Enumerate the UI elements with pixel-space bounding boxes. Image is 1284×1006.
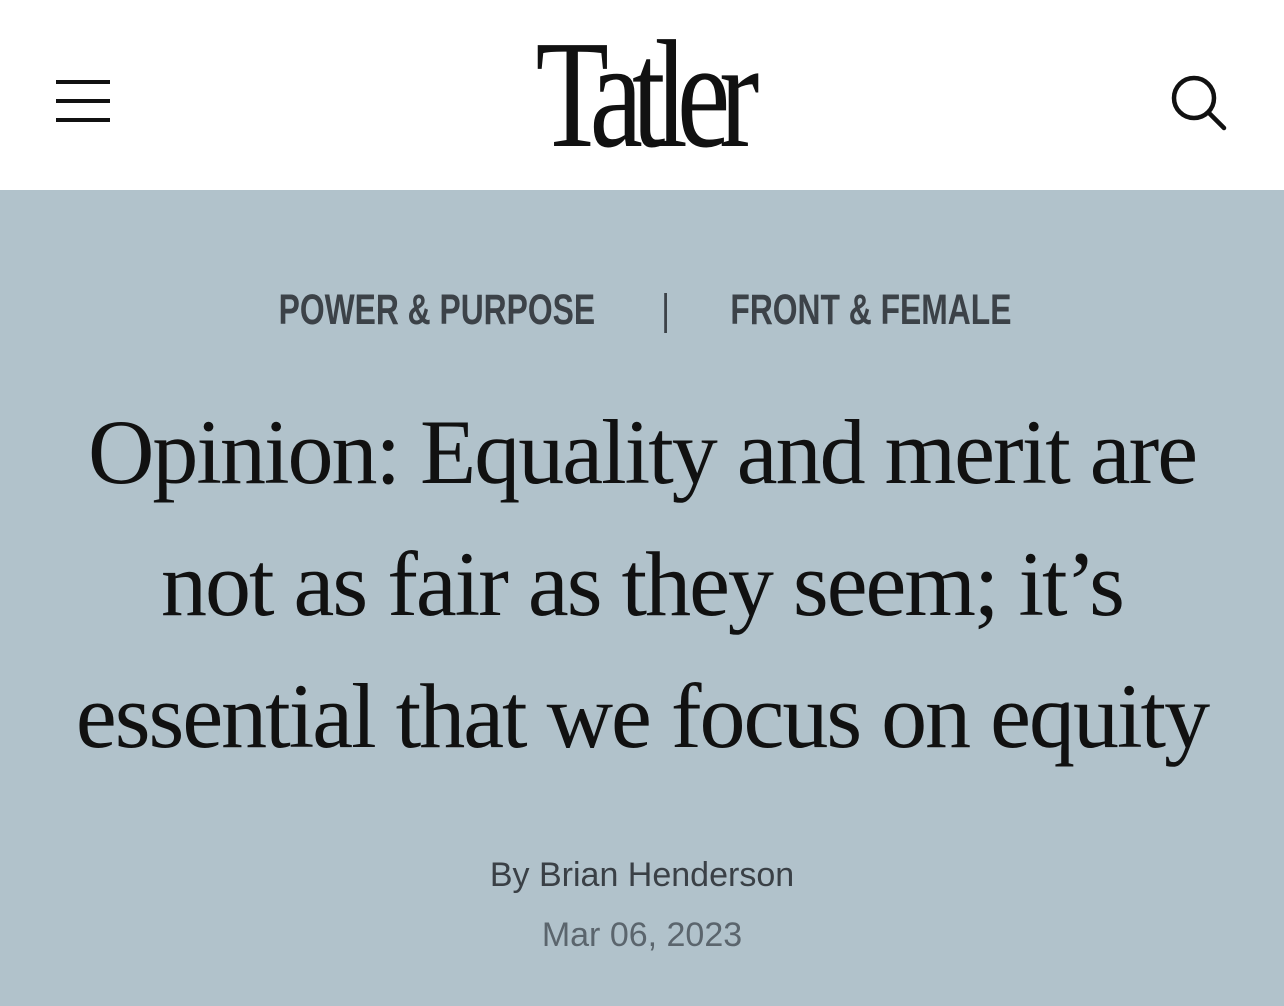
category-separator: | [661, 286, 671, 334]
byline-prefix: By [489, 856, 539, 894]
site-header: Tatler [0, 0, 1284, 190]
category-breadcrumb: POWER & PURPOSE | FRONT & FEMALE [0, 282, 1284, 338]
article-headline: Opinion: Equality and merit are not as f… [75, 401, 1210, 767]
byline: By Brian Henderson [0, 852, 1284, 898]
site-logo[interactable]: Tatler [486, 18, 798, 172]
category-link-power-purpose[interactable]: POWER & PURPOSE [278, 282, 594, 338]
search-icon [1171, 75, 1227, 131]
search-button[interactable] [1168, 72, 1230, 132]
category-link-front-female[interactable]: FRONT & FEMALE [731, 282, 1012, 338]
menu-button[interactable] [54, 76, 112, 126]
publish-date: Mar 06, 2023 [541, 916, 743, 954]
article-hero: POWER & PURPOSE | FRONT & FEMALE Opinion… [0, 190, 1284, 1006]
author-link[interactable]: Brian Henderson [539, 856, 794, 894]
